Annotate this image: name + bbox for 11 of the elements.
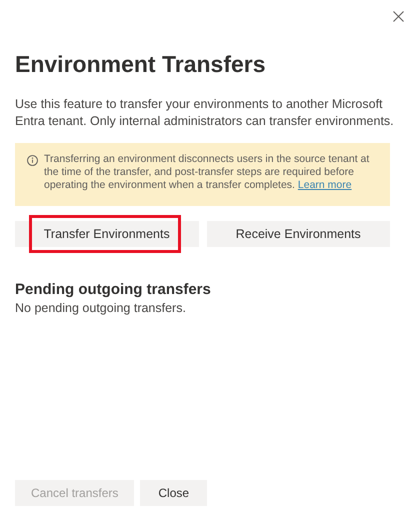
section-heading: Pending outgoing transfers <box>15 280 212 300</box>
footer-button[interactable]: Close <box>140 480 208 506</box>
description-text: Use this feature to transfer your environments to another Microsoft Entra tenant. Only internal administrators can transfer environments. <box>15 96 395 130</box>
warning-text: Transferring an environment disconnects users in the source tenant at the time of the transfer, and post-transfer steps are required before operating the environment when a transfer completes. Learn more <box>44 153 370 192</box>
action-button[interactable]: Transfer Environments <box>15 221 198 247</box>
learn-more-link[interactable]: Learn more <box>298 179 352 191</box>
close-icon <box>392 10 404 22</box>
dialog-title: Environment Transfers <box>15 50 267 79</box>
action-button[interactable]: Receive Environments <box>206 221 390 247</box>
info-icon <box>27 155 38 166</box>
empty-state-text: No pending outgoing transfers. <box>15 300 187 317</box>
